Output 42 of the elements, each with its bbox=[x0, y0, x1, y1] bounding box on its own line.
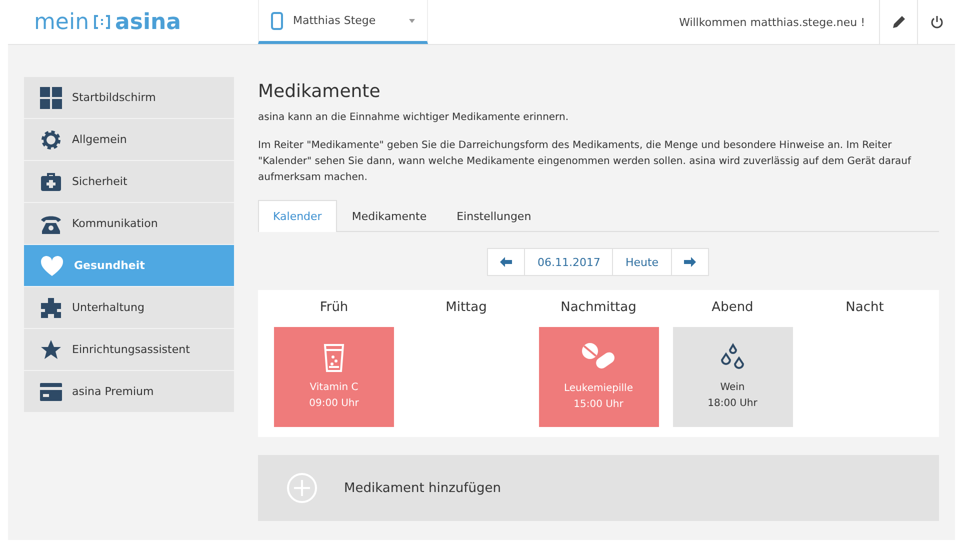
plus-circle-icon bbox=[286, 472, 318, 504]
star-icon bbox=[40, 338, 62, 360]
time-of-day-label: Abend bbox=[712, 300, 754, 315]
sidebar-item[interactable]: Kommunikation bbox=[24, 203, 234, 244]
grid-icon bbox=[40, 86, 62, 108]
time-of-day-label: Nachmittag bbox=[560, 300, 636, 315]
tab[interactable]: Einstellungen bbox=[442, 200, 546, 232]
next-button[interactable] bbox=[670, 248, 709, 276]
description-text: Im Reiter "Medikamente" geben Sie die Darreichungsform des Medikaments, die Menge und besondere Hinweise an. Im Reiter "Kalender" sehen Sie dann, wann welche Medikamente eingenommen werden sollen. asina wird zuverlässig auf dem Gerät darauf aufmerksam machen. bbox=[258, 139, 912, 185]
caret-icon bbox=[409, 18, 415, 22]
add-medication-button[interactable]: Medikament hinzufügen bbox=[258, 455, 939, 521]
page-title: Medikamente bbox=[258, 81, 382, 102]
sidebar-item[interactable]: Allgemein bbox=[24, 119, 234, 160]
logo-text: asina bbox=[115, 10, 182, 34]
time-of-day-label: Früh bbox=[320, 300, 348, 315]
welcome-text: Willkommen matthias.stege.neu ! bbox=[678, 16, 866, 28]
sidebar-item[interactable]: Sicherheit bbox=[24, 161, 234, 202]
first-aid-kit-icon bbox=[40, 170, 62, 192]
arrow-right-icon bbox=[684, 257, 696, 267]
phone-icon bbox=[271, 12, 283, 30]
medication-card[interactable]: Wein 18:00 Uhr bbox=[672, 327, 792, 427]
gear-icon bbox=[40, 128, 62, 150]
sidebar-item[interactable]: Unterhaltung bbox=[24, 287, 234, 328]
intro-text: asina kann an die Einnahme wichtiger Medikamente erinnern. bbox=[258, 111, 570, 125]
sidebar-item[interactable]: Einrichtungsassistent bbox=[24, 329, 234, 370]
puzzle-icon bbox=[40, 296, 62, 318]
heart-icon bbox=[40, 254, 64, 276]
glass-icon bbox=[323, 343, 345, 373]
sidebar-item[interactable]: Startbildschirm bbox=[24, 77, 234, 118]
logo-text: mein bbox=[34, 10, 90, 34]
time-of-day-label: Nacht bbox=[846, 300, 884, 315]
today-button[interactable]: Heute bbox=[612, 248, 672, 276]
power-icon bbox=[930, 15, 944, 29]
bracket-logo-icon bbox=[93, 14, 112, 30]
tab[interactable]: Medikamente bbox=[336, 200, 442, 232]
sidebar-item[interactable]: asina Premium bbox=[24, 371, 234, 412]
date-button[interactable]: 06.11.2017 bbox=[524, 248, 614, 276]
time-of-day-label: Mittag bbox=[446, 300, 487, 315]
arrow-left-icon bbox=[500, 257, 512, 267]
pencil-icon bbox=[892, 15, 906, 29]
card-icon bbox=[40, 382, 62, 400]
previous-button[interactable] bbox=[487, 248, 526, 276]
